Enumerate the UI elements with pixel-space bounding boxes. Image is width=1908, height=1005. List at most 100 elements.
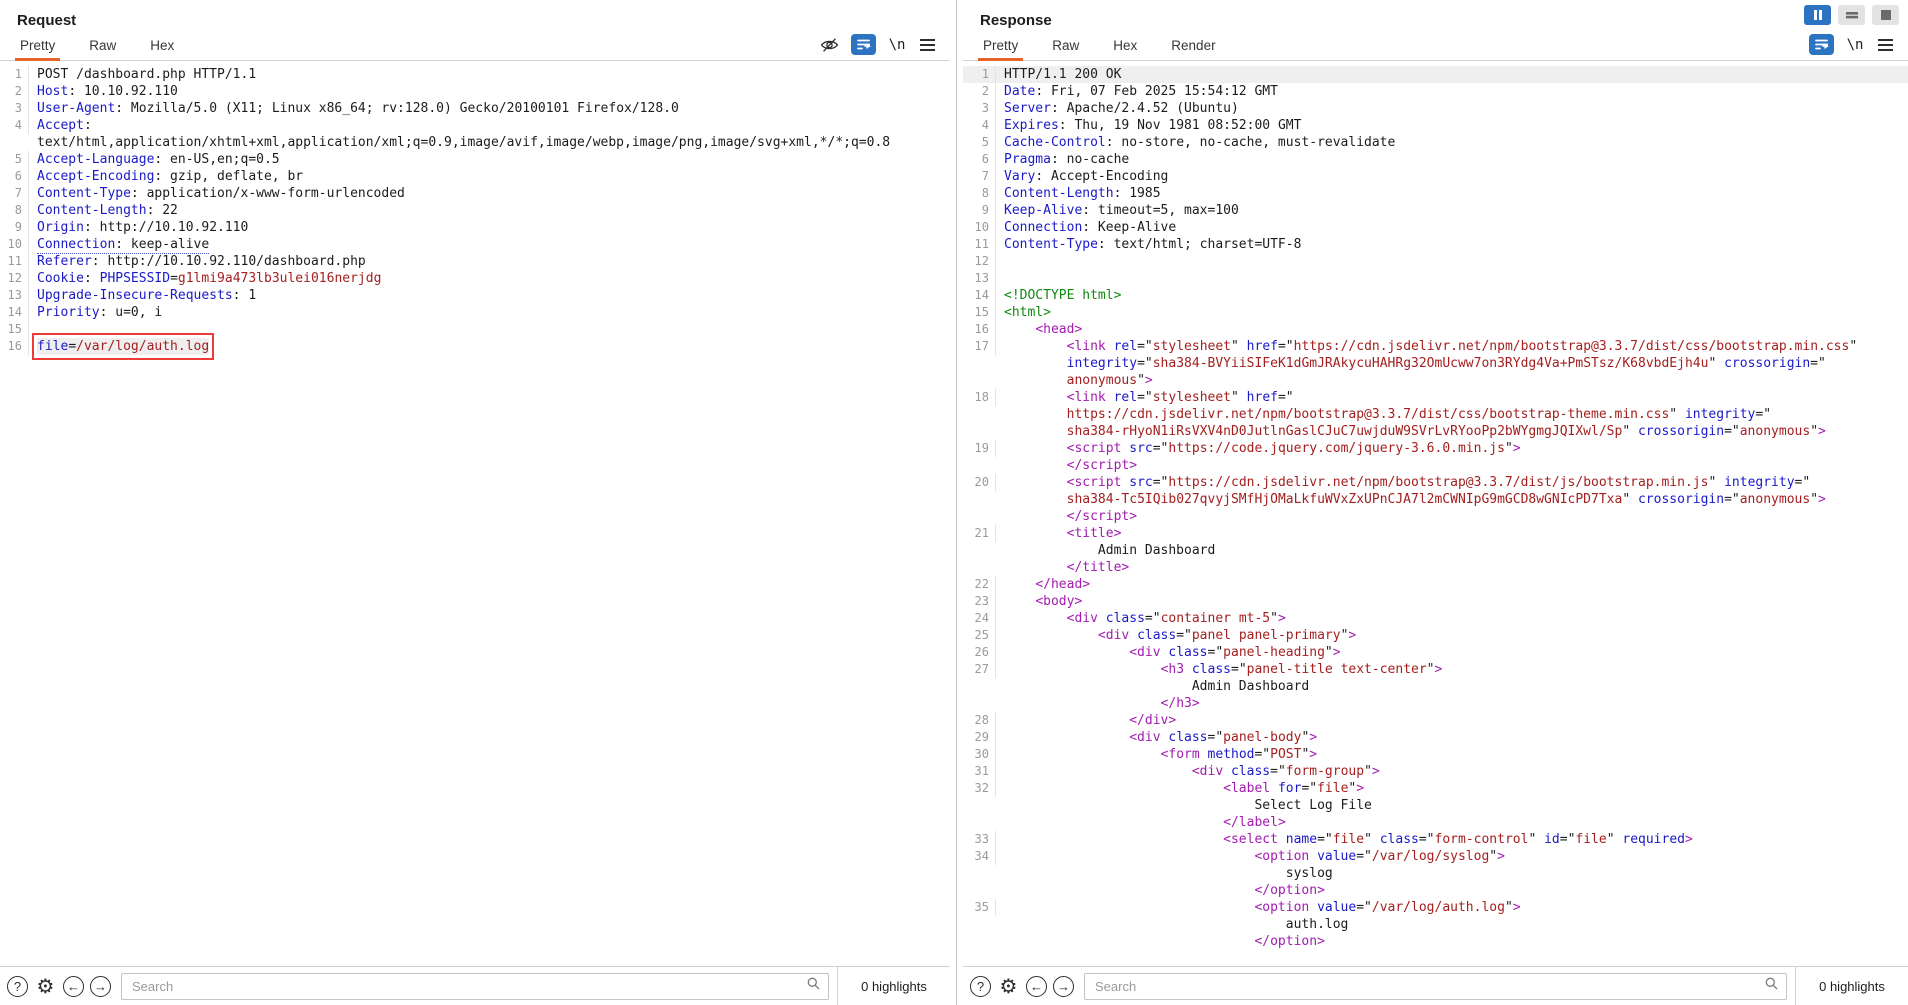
- newline-toggle-icon[interactable]: \n: [888, 35, 906, 55]
- line-number: 23: [963, 593, 996, 610]
- line-number: 21: [963, 525, 996, 542]
- line-number: 7: [963, 168, 996, 185]
- search-input[interactable]: [1093, 978, 1765, 995]
- code-line: 21 <title>: [963, 525, 1908, 542]
- code-line: 12: [963, 253, 1908, 270]
- next-match-button[interactable]: →: [1053, 976, 1074, 997]
- line-number: 15: [0, 321, 29, 338]
- line-number: 12: [0, 270, 29, 287]
- code-line: 16 <head>: [963, 321, 1908, 338]
- code-line: 17 <link rel="stylesheet" href="https://…: [963, 338, 1908, 355]
- line-number: 6: [963, 151, 996, 168]
- code-line: 5Accept-Language: en-US,en;q=0.5: [0, 151, 950, 168]
- code-line: Admin Dashboard: [963, 678, 1908, 695]
- hide-matches-eye-icon[interactable]: [820, 35, 839, 55]
- code-line: integrity="sha384-BVYiiSIFeK1dGmJRAkycuH…: [963, 355, 1908, 372]
- line-number: 1: [963, 66, 996, 83]
- code-line: 26 <div class="panel-heading">: [963, 644, 1908, 661]
- code-line: 28 </div>: [963, 712, 1908, 729]
- line-number: 12: [963, 253, 996, 270]
- previous-match-button[interactable]: ←: [63, 976, 84, 997]
- code-line: 1HTTP/1.1 200 OK: [963, 66, 1908, 83]
- code-line: 15: [0, 321, 950, 338]
- editor-menu-icon[interactable]: [1876, 35, 1894, 55]
- tab-render[interactable]: Render: [1168, 34, 1218, 60]
- code-line: 2Date: Fri, 07 Feb 2025 15:54:12 GMT: [963, 83, 1908, 100]
- request-findbar: ? ⚙ ← → 0 highlights: [0, 966, 950, 1005]
- pause-updates-button[interactable]: [1804, 5, 1831, 25]
- request-editor[interactable]: 1POST /dashboard.php HTTP/1.12Host: 10.1…: [0, 61, 950, 966]
- settings-gear-icon[interactable]: ⚙: [34, 976, 57, 997]
- line-number: 3: [0, 100, 29, 117]
- code-line: 6Accept-Encoding: gzip, deflate, br: [0, 168, 950, 185]
- code-line: 12Cookie: PHPSESSID=g1lmi9a473lb3ulei016…: [0, 270, 950, 287]
- pretty-print-icon[interactable]: [1809, 34, 1834, 55]
- code-line: Admin Dashboard: [963, 542, 1908, 559]
- code-line: 18 <link rel="stylesheet" href=": [963, 389, 1908, 406]
- code-line: 7Content-Type: application/x-www-form-ur…: [0, 185, 950, 202]
- line-number: 2: [0, 83, 29, 100]
- response-panel: Response Pretty Raw Hex Render \n 1HTTP/…: [963, 0, 1908, 1005]
- code-line: 11Content-Type: text/html; charset=UTF-8: [963, 236, 1908, 253]
- line-number: 24: [963, 610, 996, 627]
- help-icon[interactable]: ?: [7, 976, 28, 997]
- previous-match-button[interactable]: ←: [1026, 976, 1047, 997]
- pretty-print-icon[interactable]: [851, 34, 876, 55]
- settings-gear-icon[interactable]: ⚙: [997, 976, 1020, 997]
- code-line: </option>: [963, 882, 1908, 899]
- layout-single-button[interactable]: [1872, 5, 1899, 25]
- code-line: </label>: [963, 814, 1908, 831]
- search-icon: [807, 977, 820, 995]
- tab-pretty[interactable]: Pretty: [980, 34, 1021, 60]
- code-line: 33 <select name="file" class="form-contr…: [963, 831, 1908, 848]
- line-number: 30: [963, 746, 996, 763]
- code-line: 32 <label for="file">: [963, 780, 1908, 797]
- search-input[interactable]: [130, 978, 807, 995]
- line-number: 14: [0, 304, 29, 321]
- tab-raw[interactable]: Raw: [86, 34, 119, 60]
- code-line: 14Priority: u=0, i: [0, 304, 950, 321]
- tab-hex[interactable]: Hex: [147, 34, 177, 60]
- window-controls: [1804, 5, 1899, 25]
- code-line: 16file=/var/log/auth.log: [0, 338, 950, 355]
- line-number: 11: [963, 236, 996, 253]
- tab-hex[interactable]: Hex: [1110, 34, 1140, 60]
- layout-rows-button[interactable]: [1838, 5, 1865, 25]
- newline-toggle-icon[interactable]: \n: [1846, 35, 1864, 55]
- code-line: 4Expires: Thu, 19 Nov 1981 08:52:00 GMT: [963, 117, 1908, 134]
- line-number: 9: [963, 202, 996, 219]
- code-line: 30 <form method="POST">: [963, 746, 1908, 763]
- request-panel: Request Pretty Raw Hex \n 1POST /dashboa…: [0, 0, 950, 1005]
- line-number: 13: [963, 270, 996, 287]
- line-number: 16: [963, 321, 996, 338]
- line-number: 29: [963, 729, 996, 746]
- code-line: 5Cache-Control: no-store, no-cache, must…: [963, 134, 1908, 151]
- pane-splitter[interactable]: [950, 0, 963, 1005]
- code-line: 24 <div class="container mt-5">: [963, 610, 1908, 627]
- help-icon[interactable]: ?: [970, 976, 991, 997]
- line-number: 11: [0, 253, 29, 270]
- line-number: 5: [963, 134, 996, 151]
- code-line: sha384-Tc5IQib027qvyjSMfHjOMaLkfuWVxZxUP…: [963, 491, 1908, 508]
- code-line: 34 <option value="/var/log/syslog">: [963, 848, 1908, 865]
- code-line: https://cdn.jsdelivr.net/npm/bootstrap@3…: [963, 406, 1908, 423]
- tab-raw[interactable]: Raw: [1049, 34, 1082, 60]
- code-line: 10Connection: keep-alive: [0, 236, 950, 253]
- code-line: 8Content-Length: 1985: [963, 185, 1908, 202]
- request-tabbar: Pretty Raw Hex \n: [0, 31, 950, 61]
- line-number: 19: [963, 440, 996, 457]
- line-number: 22: [963, 576, 996, 593]
- line-number: 8: [0, 202, 29, 219]
- editor-menu-icon[interactable]: [918, 35, 936, 55]
- line-number: 15: [963, 304, 996, 321]
- code-line: 3User-Agent: Mozilla/5.0 (X11; Linux x86…: [0, 100, 950, 117]
- code-line: 31 <div class="form-group">: [963, 763, 1908, 780]
- code-line: auth.log: [963, 916, 1908, 933]
- line-number: 1: [0, 66, 29, 83]
- next-match-button[interactable]: →: [90, 976, 111, 997]
- line-number: 4: [963, 117, 996, 134]
- code-line: 8Content-Length: 22: [0, 202, 950, 219]
- code-line: sha384-rHyoN1iRsVXV4nD0JutlnGaslCJuC7uwj…: [963, 423, 1908, 440]
- tab-pretty[interactable]: Pretty: [17, 34, 58, 60]
- code-line: 2Host: 10.10.92.110: [0, 83, 950, 100]
